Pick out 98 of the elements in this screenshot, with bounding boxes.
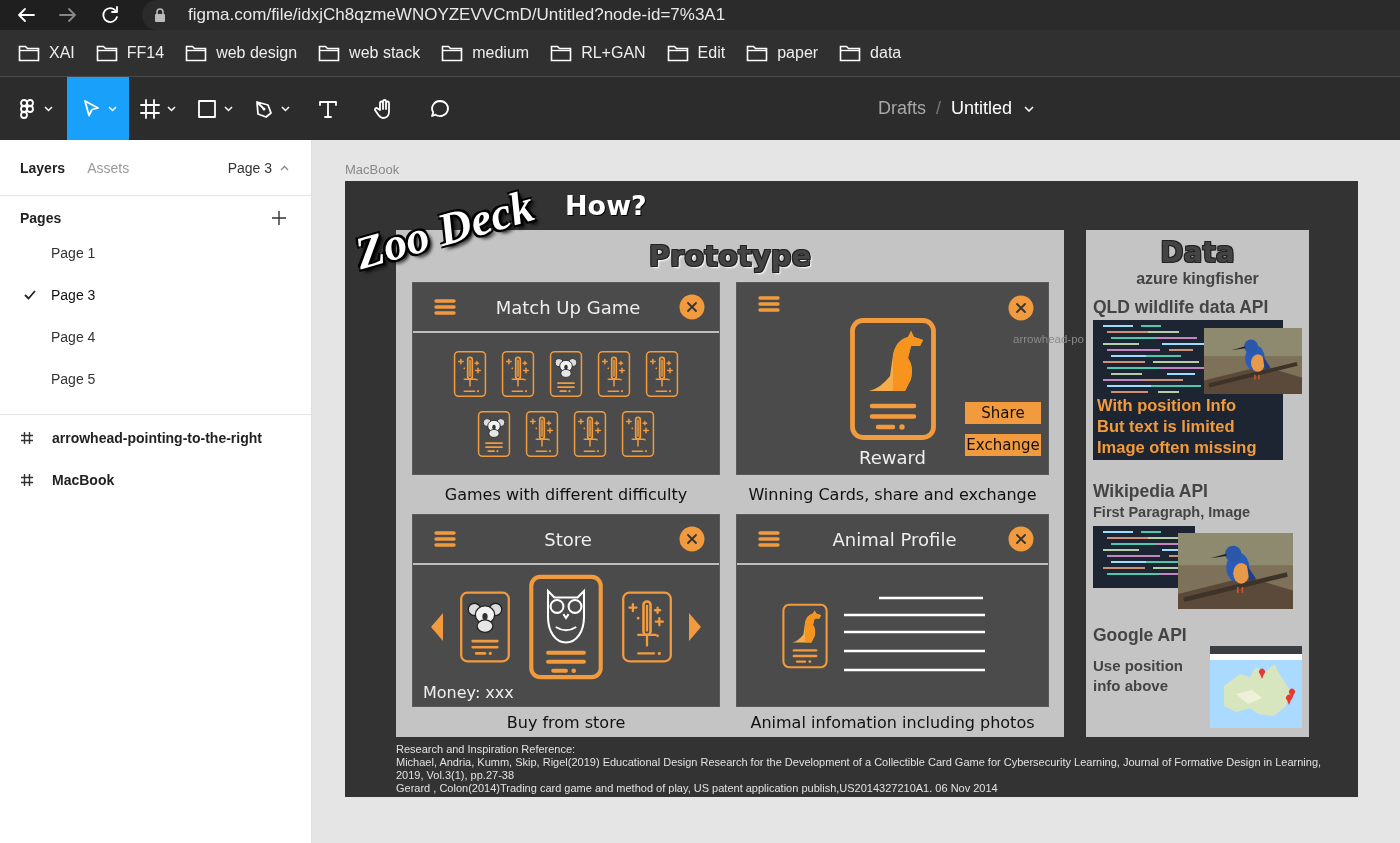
frame-icon <box>20 473 34 487</box>
card-label: Reward <box>858 447 926 468</box>
folder-icon <box>95 44 118 62</box>
add-icon[interactable] <box>271 210 287 226</box>
section-heading: Wikipedia API <box>1093 480 1209 502</box>
breadcrumb-separator: / <box>936 98 942 119</box>
close-icon[interactable] <box>679 294 705 320</box>
caret-icon <box>1024 105 1035 112</box>
file-name-button[interactable]: Untitled <box>951 98 1035 119</box>
note-text: With position Info <box>1097 395 1238 416</box>
bookmark[interactable]: paper <box>746 44 819 62</box>
sword-card-icon <box>596 349 632 398</box>
left-arrow-icon[interactable] <box>430 612 444 642</box>
page-item[interactable]: Page 3 <box>0 274 311 316</box>
money-label: Money: xxx <box>422 683 514 702</box>
folder-icon <box>666 44 689 62</box>
section-subtitle: First Paragraph, Image <box>1093 503 1252 522</box>
folder-icon <box>18 44 40 62</box>
action-button[interactable]: Share <box>965 402 1041 424</box>
address-bar[interactable]: figma.com/file/idxjCh8qzmeWNOYZEVVCmD/Untitled?node-id=7%3A1 <box>142 0 1400 30</box>
close-icon[interactable] <box>679 526 705 552</box>
caret-icon <box>107 105 117 112</box>
folder-icon <box>441 44 464 62</box>
caret-icon <box>281 105 290 112</box>
reference-text: Gerard , Colon(2014)Trading card game and method of play, US patent application publish,US2014327210A1. 06 Nov 2014 <box>396 782 999 795</box>
folder-icon <box>746 44 769 62</box>
reference-text: Michael, Andria, Kumm, Skip, Rigel(2019) Educational Design Research for the Development of a Collectible Card Game for Cybersecurity Learning, Journal of Formative Design in Learning, 2019, Vol.3(1), pp.27-38 <box>396 756 1323 782</box>
lock-icon <box>154 8 166 22</box>
check-icon <box>24 290 36 300</box>
logo-text: Zoo Deck <box>349 178 540 281</box>
menu-icon[interactable] <box>757 530 781 548</box>
bookmark[interactable]: data <box>839 44 902 62</box>
frame-icon <box>139 97 161 120</box>
reload-icon[interactable] <box>100 5 120 25</box>
caret-icon <box>44 105 53 112</box>
chevron-icon <box>280 164 289 171</box>
back-icon[interactable] <box>16 5 36 25</box>
caret-icon <box>167 105 176 112</box>
sword-card-icon <box>572 409 608 458</box>
note-text: But text is limited <box>1097 416 1236 437</box>
screen-caption: Winning Cards, share and exchange <box>748 485 1037 504</box>
section-subtitle: Use position info above <box>1093 656 1184 696</box>
bookmark[interactable]: medium <box>441 44 530 62</box>
comment-icon <box>429 97 451 120</box>
layer-item[interactable]: MacBook <box>0 459 311 501</box>
menu-icon[interactable] <box>433 298 457 316</box>
screen-title: Match Up Game <box>495 296 641 318</box>
section-heading: Google API <box>1093 624 1188 646</box>
frame-icon <box>20 431 34 445</box>
caret-icon <box>224 105 233 112</box>
sword-card-icon <box>620 409 656 458</box>
folder-icon <box>318 44 341 62</box>
layer-item[interactable]: arrowhead-pointing-to-the-right <box>0 417 311 459</box>
koala-card-icon <box>548 349 584 398</box>
sword-card-icon <box>524 409 560 458</box>
screen-title: Store <box>544 528 592 550</box>
close-icon[interactable] <box>1008 295 1034 321</box>
koala-card-icon <box>476 409 512 458</box>
panel-title: Data <box>1159 236 1236 270</box>
menu-icon[interactable] <box>433 530 457 548</box>
section-heading: QLD wildlife data API <box>1093 296 1270 318</box>
screen-title: Animal Profile <box>832 528 957 550</box>
bookmark[interactable]: XAI <box>18 44 75 62</box>
folder-icon <box>550 44 573 62</box>
bookmark[interactable]: FF14 <box>95 44 165 62</box>
menu-icon[interactable] <box>757 295 781 313</box>
slide-heading: How? <box>565 190 647 221</box>
action-button[interactable]: Exchange <box>965 434 1041 456</box>
screen-caption: Buy from store <box>506 712 626 732</box>
kangaroo-card-icon <box>847 315 938 443</box>
sword-card-icon <box>500 349 536 398</box>
breadcrumb-link[interactable]: Drafts <box>878 98 926 119</box>
reference-heading: Research and Inspiration Reference: <box>396 743 577 756</box>
folder-icon <box>839 44 862 62</box>
close-icon[interactable] <box>1008 526 1034 552</box>
forward-icon[interactable] <box>58 5 78 25</box>
bookmark[interactable]: web stack <box>318 44 421 62</box>
right-arrow-icon[interactable] <box>688 612 702 642</box>
section-heading: Pages <box>20 210 62 226</box>
note-text: Image often missing <box>1097 437 1257 458</box>
page-item[interactable]: Page 1 <box>0 232 311 274</box>
page-switcher[interactable]: Page 3 <box>227 159 291 176</box>
screen-caption: Animal infomation including photos <box>750 712 1035 732</box>
screen-caption: Games with different difficulty <box>444 485 688 504</box>
panel-tab[interactable]: Layers <box>20 159 66 176</box>
bookmark[interactable]: Edit <box>666 44 726 62</box>
panel-subtitle: azure kingfisher <box>1135 270 1260 288</box>
page-item[interactable]: Page 5 <box>0 358 311 400</box>
bookmark[interactable]: web design <box>185 44 298 62</box>
sword-card-icon <box>644 349 680 398</box>
owl-card-icon <box>526 573 606 681</box>
shape-icon <box>196 97 218 120</box>
page-item[interactable]: Page 4 <box>0 316 311 358</box>
koala-card-icon <box>458 590 512 664</box>
sword-card-icon <box>620 590 674 664</box>
bookmark[interactable]: RL+GAN <box>550 44 646 62</box>
sword-card-icon <box>452 349 488 398</box>
folder-icon <box>185 44 208 62</box>
